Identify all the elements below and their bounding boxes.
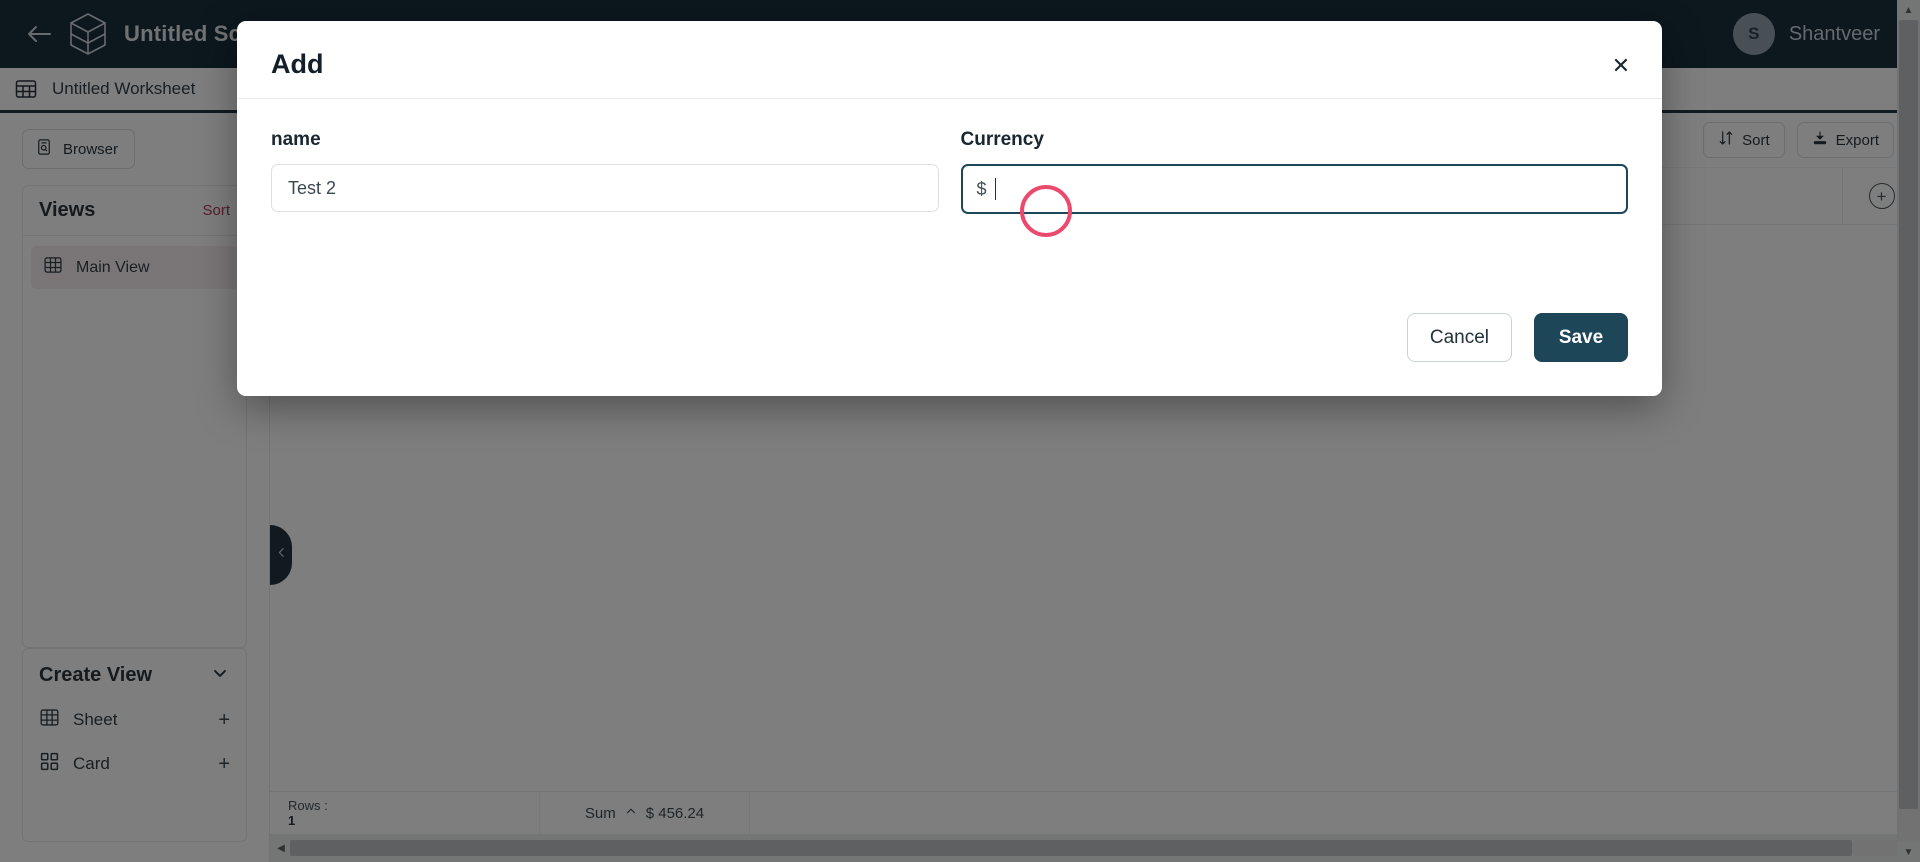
- dialog-body: name Currency $: [237, 99, 1662, 277]
- currency-input[interactable]: [996, 166, 1612, 212]
- field-currency-label: Currency: [960, 129, 1044, 150]
- field-name-label: name: [271, 129, 321, 150]
- save-button[interactable]: Save: [1534, 313, 1628, 362]
- cancel-button[interactable]: Cancel: [1406, 313, 1512, 362]
- dialog-actions: Cancel Save: [237, 277, 1662, 396]
- dialog-header: Add ✕: [237, 21, 1662, 99]
- field-currency: Currency $: [960, 129, 1628, 214]
- field-grid: name Currency $: [271, 129, 1628, 214]
- close-icon[interactable]: ✕: [1606, 51, 1636, 81]
- add-record-dialog: Add ✕ name Currency $: [237, 21, 1662, 396]
- currency-input-wrapper[interactable]: $: [960, 164, 1628, 214]
- field-name: name: [271, 129, 939, 214]
- dialog-title: Add: [271, 49, 324, 79]
- name-input[interactable]: [271, 164, 939, 212]
- currency-symbol: $: [976, 178, 987, 199]
- app-root: Untitled Sche S Shantveer Untitled Works…: [0, 0, 1920, 862]
